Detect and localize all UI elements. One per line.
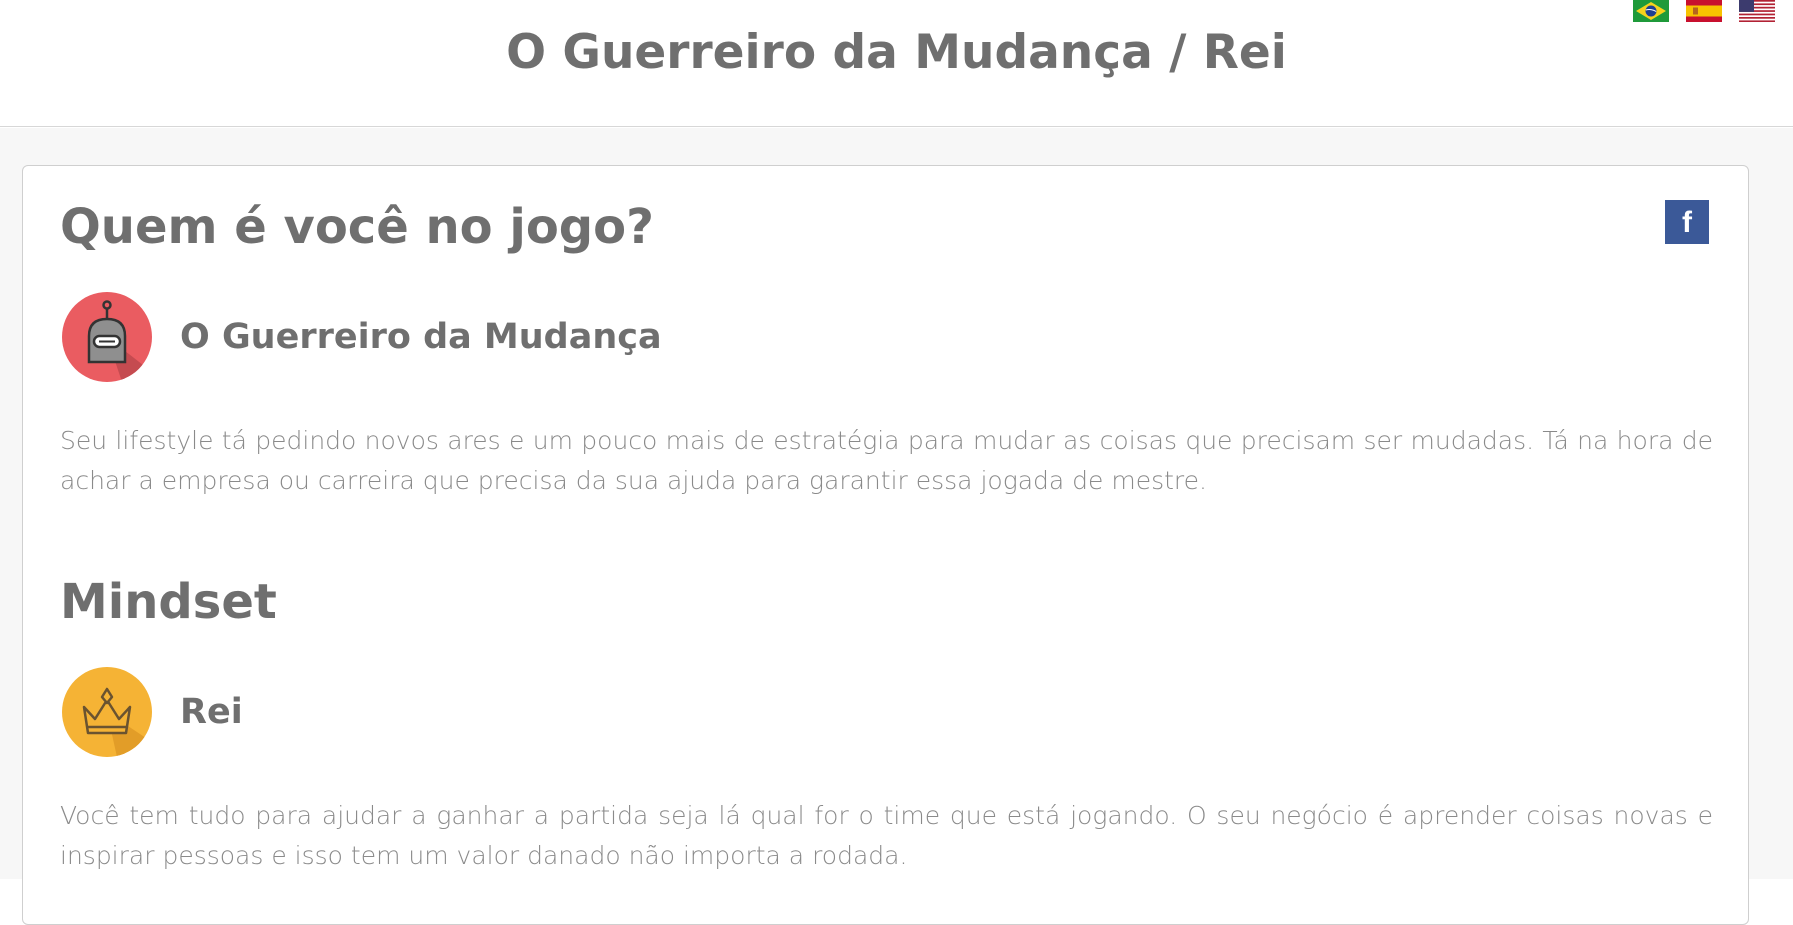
player-name: O Guerreiro da Mudança <box>180 317 662 357</box>
player-description: Seu lifestyle tá pedindo novos ares e um… <box>60 426 1713 495</box>
language-selector <box>1633 0 1775 22</box>
mindset-description: Você tem tudo para ajudar a ganhar a par… <box>60 801 1713 870</box>
mindset-heading: Mindset <box>60 574 277 630</box>
player-profile: O Guerreiro da Mudança <box>62 291 662 383</box>
mindset-name: Rei <box>180 692 243 732</box>
robot-icon <box>62 292 152 382</box>
player-heading: Quem é você no jogo? <box>60 199 654 255</box>
page-header: O Guerreiro da Mudança / Rei <box>0 0 1793 127</box>
page-title: O Guerreiro da Mudança / Rei <box>506 25 1287 80</box>
result-card: Quem é você no jogo? f O Guerreiro da Mu… <box>22 165 1749 925</box>
brazil-flag-icon[interactable] <box>1633 0 1669 22</box>
facebook-share-button[interactable]: f <box>1665 200 1709 244</box>
crown-icon <box>62 667 152 757</box>
mindset-profile: Rei <box>62 666 243 758</box>
spain-flag-icon[interactable] <box>1686 0 1722 22</box>
usa-flag-icon[interactable] <box>1739 0 1775 22</box>
